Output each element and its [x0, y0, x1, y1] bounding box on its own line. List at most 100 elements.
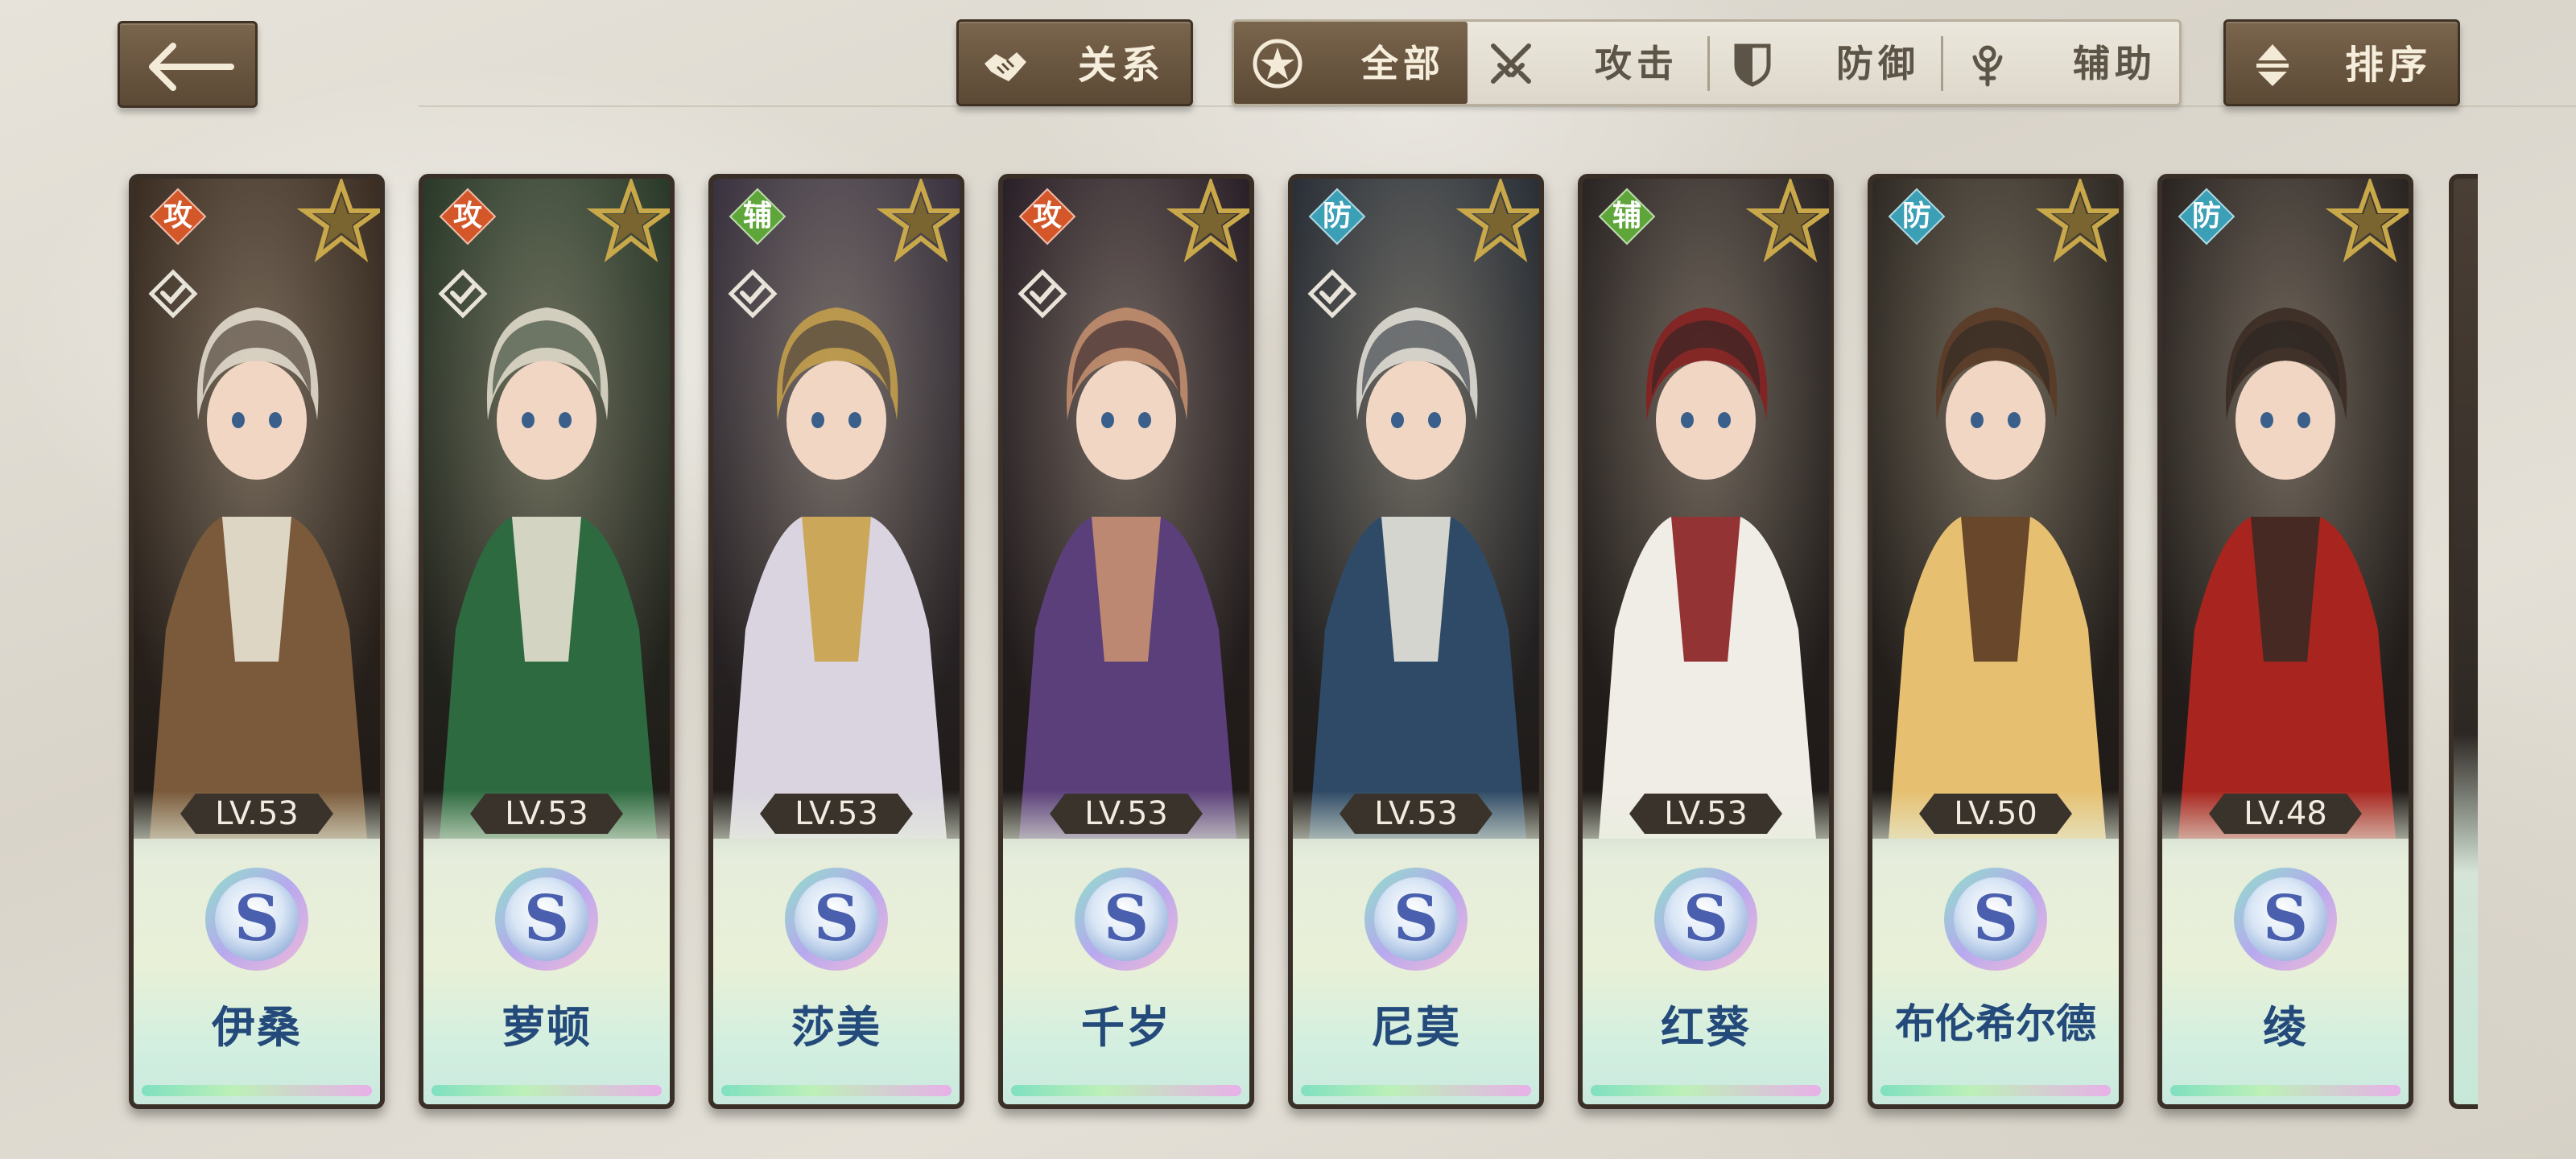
back-button[interactable] — [118, 21, 258, 108]
role-badge: 攻 — [439, 188, 497, 245]
star-rank-icon — [2325, 179, 2409, 263]
character-name: 布伦希尔德 — [1895, 1000, 2096, 1047]
tab-attack[interactable]: 攻击 — [1468, 22, 1701, 104]
team-check-icon — [438, 269, 488, 319]
star-rank-icon — [1166, 179, 1249, 263]
character-name: 绫 — [2263, 1001, 2308, 1053]
team-check-icon — [1307, 269, 1357, 319]
character-name: 伊桑 — [212, 1001, 302, 1053]
tab-defense[interactable]: 防御 — [1709, 22, 1942, 104]
sort-button[interactable]: 排序 — [2223, 19, 2460, 106]
tab-divider — [1941, 36, 1943, 91]
rank-s-badge: S — [785, 868, 888, 971]
rank-letter: S — [2263, 882, 2308, 955]
level-tag: LV.53 — [1629, 794, 1782, 834]
level-tag: LV.53 — [470, 794, 623, 834]
character-card[interactable]: 辅 LV.53 S 莎美 — [708, 174, 964, 1109]
star-rank-icon — [586, 179, 670, 263]
card-rarity-bar — [431, 1085, 662, 1096]
role-badge-label: 攻 — [163, 200, 192, 233]
support-staff-icon — [1972, 45, 2003, 87]
team-check-icon — [1018, 269, 1067, 319]
role-badge-label: 防 — [1322, 200, 1352, 233]
rank-letter: S — [814, 882, 859, 955]
tab-all[interactable]: 全部 — [1234, 22, 1468, 104]
rank-s-badge: S — [1364, 868, 1468, 971]
character-name: 尼莫 — [1371, 1001, 1461, 1053]
rank-letter: S — [1393, 882, 1439, 955]
rank-letter: S — [234, 882, 279, 955]
star-circle-icon — [1253, 39, 1302, 89]
character-portrait — [1872, 179, 2119, 839]
star-rank-icon — [296, 179, 380, 263]
rank-s-badge: S — [495, 868, 598, 971]
level-tag: LV.48 — [2209, 794, 2362, 834]
sort-label: 排序 — [2344, 43, 2432, 88]
crossed-swords-icon — [1491, 43, 1531, 84]
card-rarity-bar — [1591, 1085, 1821, 1096]
card-rarity-bar — [721, 1085, 952, 1096]
role-badge: 防 — [1308, 188, 1366, 245]
role-badge-label: 攻 — [1032, 200, 1062, 233]
sort-arrows-icon — [2256, 44, 2289, 86]
rank-letter: S — [524, 882, 569, 955]
level-tag: LV.53 — [760, 794, 913, 834]
role-badge: 防 — [2178, 188, 2235, 245]
card-rarity-bar — [1880, 1085, 2111, 1096]
character-card-partial[interactable] — [2449, 174, 2478, 1109]
tab-attack-label: 攻击 — [1595, 42, 1678, 85]
level-tag: LV.53 — [180, 794, 333, 834]
tab-all-label: 全部 — [1361, 42, 1445, 85]
level-tag: LV.53 — [1340, 794, 1492, 834]
character-portrait — [2162, 179, 2409, 839]
role-badge-label: 辅 — [1612, 200, 1641, 233]
character-portrait — [1583, 179, 1829, 839]
card-rarity-bar — [1011, 1085, 1241, 1096]
star-rank-icon — [1745, 179, 1829, 263]
role-badge-label: 防 — [1901, 200, 1931, 233]
team-check-icon — [728, 269, 778, 319]
card-rarity-bar — [1301, 1085, 1531, 1096]
role-badge: 攻 — [1018, 188, 1076, 245]
star-rank-icon — [1455, 179, 1539, 263]
character-card[interactable]: 防 LV.50 S 布伦希尔德 — [1868, 174, 2124, 1109]
character-name: 红葵 — [1661, 1001, 1751, 1053]
handshake-icon — [985, 52, 1026, 81]
role-badge-label: 防 — [2191, 200, 2221, 233]
role-badge: 攻 — [149, 188, 207, 245]
shield-icon — [1734, 43, 1771, 87]
star-rank-icon — [876, 179, 960, 263]
rank-s-badge: S — [1075, 868, 1178, 971]
character-card[interactable]: 防 LV.53 S 尼莫 — [1288, 174, 1544, 1109]
relation-label: 关系 — [1077, 43, 1165, 88]
level-tag: LV.50 — [1919, 794, 2072, 834]
role-filter-bar: 全部 攻击 防御 辅助 — [1232, 19, 2182, 106]
character-card[interactable]: 攻 LV.53 — [129, 174, 385, 1109]
character-name: 萝顿 — [502, 1001, 592, 1053]
role-badge-label: 攻 — [452, 200, 482, 233]
rank-s-badge: S — [2234, 868, 2337, 971]
star-rank-icon — [2035, 179, 2119, 263]
tab-support[interactable]: 辅助 — [1944, 22, 2179, 104]
character-card[interactable]: 辅 LV.53 S 红葵 — [1578, 174, 1834, 1109]
rank-letter: S — [1104, 882, 1149, 955]
rank-letter: S — [1683, 882, 1728, 955]
character-name: 千岁 — [1081, 1001, 1171, 1053]
rank-s-badge: S — [205, 868, 308, 971]
relation-button[interactable]: 关系 — [956, 19, 1193, 106]
role-badge: 防 — [1888, 188, 1946, 245]
rank-letter: S — [1973, 882, 2018, 955]
character-card[interactable]: 攻 LV.53 — [419, 174, 675, 1109]
rank-s-badge: S — [1944, 868, 2047, 971]
rank-s-badge: S — [1654, 868, 1757, 971]
arrow-left-icon — [149, 43, 234, 91]
role-badge: 辅 — [1598, 188, 1656, 245]
character-name: 莎美 — [791, 1001, 881, 1053]
character-card[interactable]: 防 LV.48 S 绫 — [2157, 174, 2413, 1109]
character-card[interactable]: 攻 LV.53 — [998, 174, 1254, 1109]
card-rarity-bar — [142, 1085, 372, 1096]
card-rarity-bar — [2170, 1085, 2401, 1096]
tab-support-label: 辅助 — [2073, 42, 2157, 85]
tab-defense-label: 防御 — [1836, 42, 1920, 85]
role-badge: 辅 — [729, 188, 786, 245]
